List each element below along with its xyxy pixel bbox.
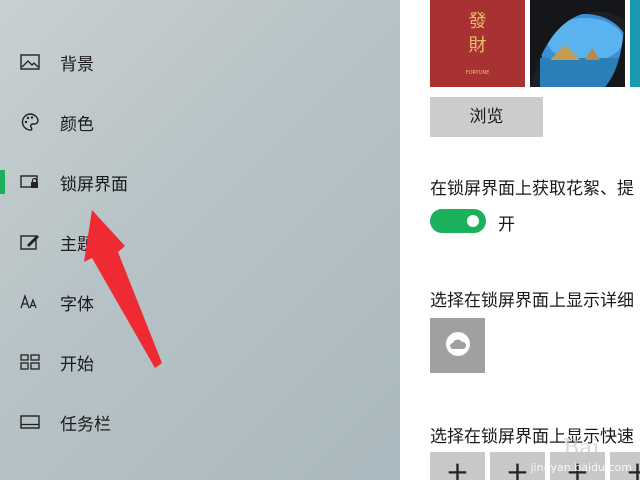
- sidebar-item-taskbar[interactable]: 任务栏: [0, 402, 400, 442]
- spotlight-toggle[interactable]: [430, 209, 486, 233]
- thumbnail-text: 發 財: [468, 11, 487, 56]
- toggle-state-label: 开: [498, 215, 515, 235]
- sidebar-item-label: 颜色: [60, 115, 94, 135]
- settings-sidebar: 背景 颜色 锁屏界面 主题 字体 开始 任务栏: [0, 0, 400, 480]
- font-icon: [19, 292, 41, 312]
- wallpaper-thumbnail-cave[interactable]: [530, 0, 625, 87]
- sidebar-item-fonts[interactable]: 字体: [0, 282, 400, 322]
- palette-icon: [19, 112, 41, 132]
- active-indicator: [0, 170, 5, 194]
- taskbar-icon: [19, 412, 41, 432]
- weather-icon: [443, 329, 473, 363]
- wallpaper-thumbnail-fortune[interactable]: 發 財 FORTUNE: [430, 0, 525, 87]
- watermark-logo: Bai: [563, 436, 600, 461]
- lock-screen-icon: [19, 172, 41, 192]
- baidu-watermark: Bai jingyan.baidu.com: [530, 436, 632, 475]
- sidebar-item-start[interactable]: 开始: [0, 342, 400, 382]
- sidebar-item-themes[interactable]: 主题: [0, 222, 400, 262]
- sidebar-item-label: 锁屏界面: [60, 175, 128, 195]
- sidebar-item-label: 任务栏: [60, 415, 111, 435]
- sidebar-item-background[interactable]: 背景: [0, 42, 400, 82]
- image-icon: [19, 52, 41, 72]
- sidebar-item-colors[interactable]: 颜色: [0, 102, 400, 142]
- toggle-knob: [467, 215, 479, 227]
- thumbnail-caption: FORTUNE: [465, 70, 490, 76]
- sidebar-item-label: 字体: [60, 295, 94, 315]
- spotlight-setting-label: 在锁屏界面上获取花絮、提: [430, 179, 634, 199]
- sidebar-item-label: 背景: [60, 55, 94, 75]
- start-icon: [19, 352, 41, 372]
- weather-app-tile[interactable]: [430, 318, 485, 373]
- lock-screen-settings-panel: 發 財 FORTUNE 浏览 在锁屏界面上获取花絮、提 开 选择在锁屏界面上显示…: [400, 0, 640, 480]
- sidebar-item-label: 主题: [60, 235, 94, 255]
- theme-icon: [19, 232, 41, 252]
- sidebar-item-label: 开始: [60, 355, 94, 375]
- add-quick-status-button[interactable]: +: [430, 452, 485, 480]
- sidebar-item-lock-screen[interactable]: 锁屏界面: [0, 162, 400, 202]
- browse-button[interactable]: 浏览: [430, 97, 543, 137]
- wallpaper-thumbnail-teal[interactable]: [630, 0, 640, 87]
- watermark-text: jingyan.baidu.com: [530, 461, 632, 474]
- detailed-status-label: 选择在锁屏界面上显示详细: [430, 291, 634, 311]
